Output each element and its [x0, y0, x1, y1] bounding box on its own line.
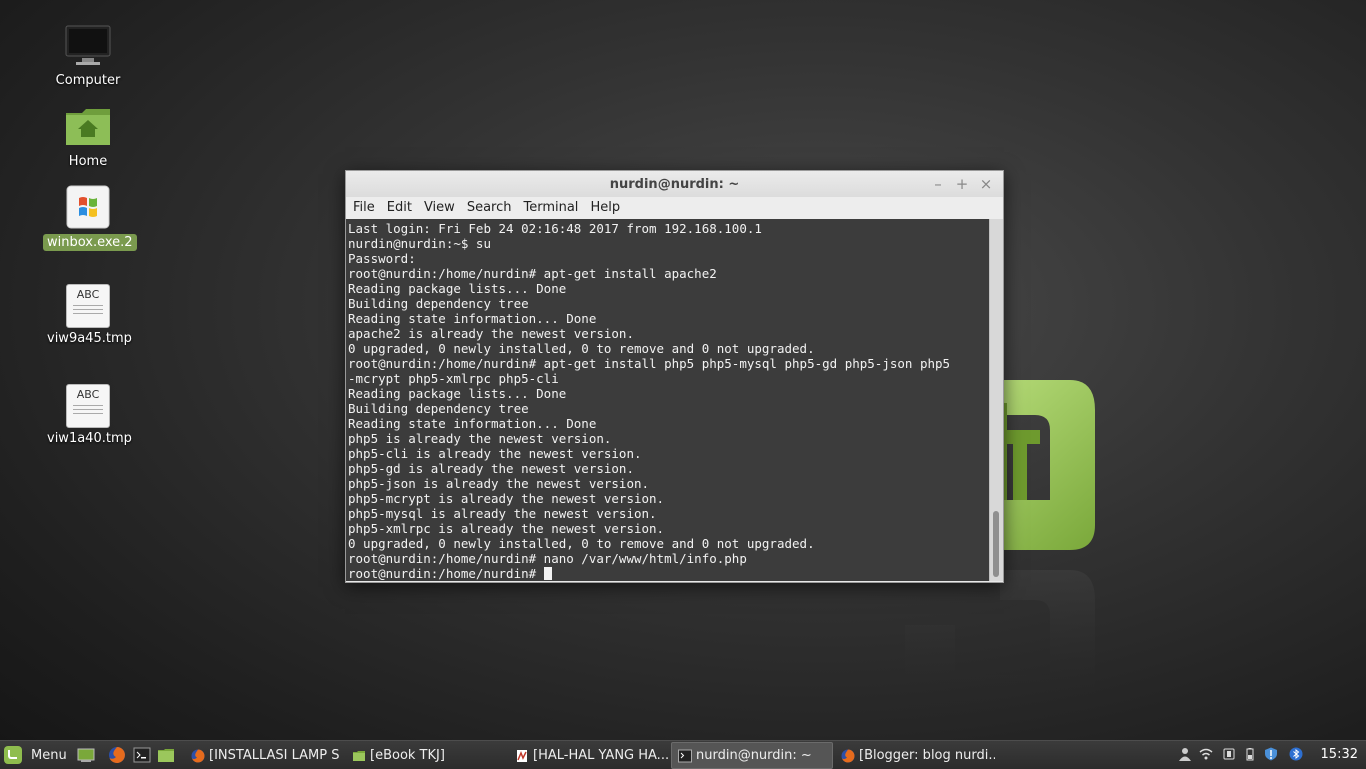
menu-edit[interactable]: Edit	[381, 197, 418, 219]
terminal-line: 0 upgraded, 0 newly installed, 0 to remo…	[348, 536, 815, 551]
window-titlebar[interactable]: nurdin@nurdin: ~ – + ×	[346, 171, 1003, 197]
minimize-button[interactable]: –	[929, 175, 947, 193]
home-folder-icon	[64, 103, 112, 151]
terminal-line: Reading package lists... Done	[348, 386, 567, 401]
maximize-button[interactable]: +	[953, 175, 971, 193]
desktop-icon-label: winbox.exe.2	[43, 234, 137, 251]
folder-icon	[353, 750, 365, 761]
wifi-icon[interactable]	[1199, 747, 1213, 761]
clock[interactable]: 15:32	[1321, 747, 1358, 762]
battery-icon[interactable]	[1243, 747, 1257, 761]
desktop-icon-label: viw1a40.tmp	[47, 431, 132, 446]
terminal-launcher-icon[interactable]	[133, 746, 151, 764]
terminal-prompt: root@nurdin:/home/nurdin#	[348, 566, 544, 581]
volume-icon[interactable]	[1222, 747, 1236, 761]
terminal-window[interactable]: nurdin@nurdin: ~ – + × File Edit View Se…	[345, 170, 1004, 583]
task-item[interactable]: [HAL-HAL YANG HA...	[508, 742, 670, 769]
terminal-line: 0 upgraded, 0 newly installed, 0 to remo…	[348, 341, 815, 356]
desktop-icon-viw9a45[interactable]: ABC viw9a45.tmp	[43, 284, 133, 347]
task-item[interactable]: [INSTALLASI LAMP S...	[184, 742, 340, 769]
terminal-line: php5-xmlrpc is already the newest versio…	[348, 521, 665, 536]
windows-executable-icon	[64, 184, 112, 232]
task-item[interactable]: [Blogger: blog nurdi...	[834, 742, 996, 769]
user-icon[interactable]	[1178, 747, 1192, 761]
desktop-icon-label: Home	[68, 154, 108, 169]
terminal-line: php5-json is already the newest version.	[348, 476, 650, 491]
desktop-icon-label: Computer	[55, 73, 121, 88]
mint-menu-icon	[4, 746, 22, 764]
menu-search[interactable]: Search	[461, 197, 518, 219]
scrollbar-thumb[interactable]	[993, 511, 999, 577]
terminal-line: php5-cli is already the newest version.	[348, 446, 642, 461]
terminal-line: nurdin@nurdin:~$ su	[348, 236, 491, 251]
terminal-line: Password:	[348, 251, 416, 266]
files-launcher-icon[interactable]	[157, 746, 175, 764]
terminal-line: Building dependency tree	[348, 296, 529, 311]
terminal-line: root@nurdin:/home/nurdin# apt-get instal…	[348, 266, 717, 281]
terminal-line: Reading state information... Done	[348, 416, 597, 431]
terminal-cursor	[543, 567, 552, 580]
desktop-icon-home[interactable]: Home	[43, 103, 133, 170]
terminal-line: root@nurdin:/home/nurdin# nano /var/www/…	[348, 551, 747, 566]
taskbar: Menu [INSTALLASI LAMP S... [eBook TKJ] […	[0, 740, 1366, 769]
task-item[interactable]: [eBook TKJ]	[345, 742, 507, 769]
update-shield-icon[interactable]	[1264, 747, 1278, 761]
desktop-icon-computer[interactable]: Computer	[43, 22, 133, 89]
close-button[interactable]: ×	[977, 175, 995, 193]
task-item-active[interactable]: nurdin@nurdin: ~	[671, 742, 833, 769]
text-file-icon: ABC	[66, 284, 110, 328]
menu-label: Menu	[31, 747, 67, 763]
firefox-launcher-icon[interactable]	[108, 746, 126, 764]
terminal-line: php5-mcrypt is already the newest versio…	[348, 491, 665, 506]
terminal-scrollbar[interactable]	[989, 219, 1003, 581]
bluetooth-icon[interactable]	[1289, 747, 1303, 761]
terminal-line: Building dependency tree	[348, 401, 529, 416]
text-file-icon: ABC	[66, 384, 110, 428]
menu-file[interactable]: File	[347, 197, 381, 219]
computer-icon	[64, 22, 112, 70]
show-desktop-icon[interactable]	[77, 746, 95, 764]
menu-help[interactable]: Help	[584, 197, 626, 219]
menu-bar: File Edit View Search Terminal Help	[346, 197, 1003, 219]
start-menu-button[interactable]: Menu	[4, 745, 67, 765]
firefox-icon	[841, 749, 855, 762]
firefox-icon	[191, 749, 205, 762]
terminal-output[interactable]: Last login: Fri Feb 24 02:16:48 2017 fro…	[346, 219, 990, 581]
terminal-line: php5 is already the newest version.	[348, 431, 612, 446]
window-title: nurdin@nurdin: ~	[609, 177, 740, 192]
terminal-line: root@nurdin:/home/nurdin# apt-get instal…	[348, 356, 951, 371]
terminal-line: apache2 is already the newest version.	[348, 326, 634, 341]
terminal-line: Last login: Fri Feb 24 02:16:48 2017 fro…	[348, 221, 762, 236]
terminal-line: php5-gd is already the newest version.	[348, 461, 634, 476]
document-viewer-icon	[517, 749, 527, 762]
desktop-icon-viw1a40[interactable]: ABC viw1a40.tmp	[43, 384, 133, 447]
desktop-icon-label: viw9a45.tmp	[47, 331, 132, 346]
menu-terminal[interactable]: Terminal	[517, 197, 584, 219]
terminal-line: -mcrypt php5-xmlrpc php5-cli	[348, 371, 559, 386]
terminal-line: Reading package lists... Done	[348, 281, 567, 296]
menu-view[interactable]: View	[418, 197, 461, 219]
terminal-line: Reading state information... Done	[348, 311, 597, 326]
desktop-icon-winbox[interactable]: winbox.exe.2	[43, 184, 137, 251]
terminal-icon	[678, 749, 692, 762]
terminal-line: php5-mysql is already the newest version…	[348, 506, 657, 521]
